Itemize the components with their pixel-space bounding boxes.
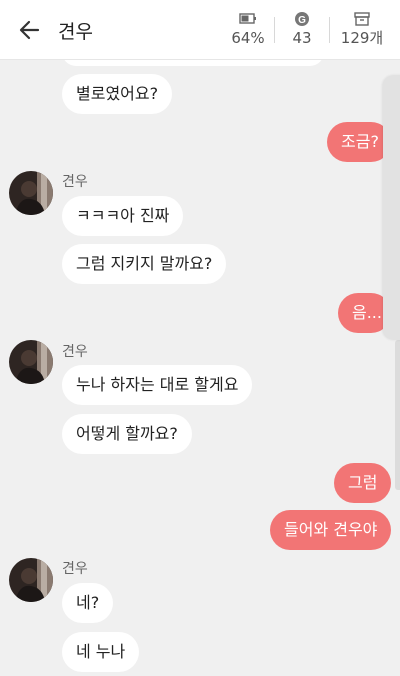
message-bubble-received[interactable]: 누나 하자는 대로 할게요: [62, 365, 253, 405]
message-bubble-sent[interactable]: 그럼: [334, 463, 391, 503]
avatar[interactable]: [9, 558, 53, 602]
sender-name: 견우: [62, 344, 88, 360]
divider: [329, 17, 330, 43]
message-bubble-received[interactable]: 그럼 지키지 말까요?: [62, 244, 227, 284]
coin-stat: G 43: [282, 11, 322, 49]
message-bubble-received[interactable]: ㅋㅋㅋ아 진짜: [62, 196, 184, 236]
chat-title: 견우: [58, 21, 93, 43]
battery-stat: 64%: [226, 11, 270, 49]
divider: [274, 17, 275, 43]
message-bubble-received[interactable]: 별로였어요?: [62, 74, 173, 114]
avatar[interactable]: [9, 171, 53, 215]
top-app-bar: 견우 64% G 43 129개: [0, 0, 400, 60]
message-bubble-received[interactable]: 어떻게 할까요?: [62, 414, 192, 454]
archive-stat: 129개: [334, 11, 390, 49]
back-arrow-icon[interactable]: [16, 16, 44, 44]
message-bubble-sent[interactable]: 조금?: [327, 122, 391, 162]
coin-g-icon: G: [282, 11, 322, 27]
previous-message-fragment: [62, 60, 324, 66]
archive-box-icon: [334, 11, 390, 27]
sender-name: 견우: [62, 174, 88, 190]
message-bubble-received[interactable]: 네 누나: [62, 632, 140, 672]
message-bubble-received[interactable]: 네?: [62, 583, 114, 623]
svg-text:G: G: [298, 15, 306, 26]
battery-value: 64%: [231, 29, 265, 47]
sender-name: 견우: [62, 561, 88, 577]
battery-icon: [226, 11, 270, 27]
chat-message-list[interactable]: 별로였어요? 조금? 견우 ㅋㅋㅋ아 진짜 그럼 지키지 말까요? 음... 견…: [0, 60, 400, 676]
scroll-track: [395, 340, 400, 490]
avatar[interactable]: [9, 340, 53, 384]
coin-value: 43: [292, 29, 312, 47]
message-bubble-sent[interactable]: 들어와 견우야: [270, 510, 391, 550]
scrollbar-thumb[interactable]: [383, 75, 400, 340]
archive-value: 129개: [340, 29, 384, 47]
